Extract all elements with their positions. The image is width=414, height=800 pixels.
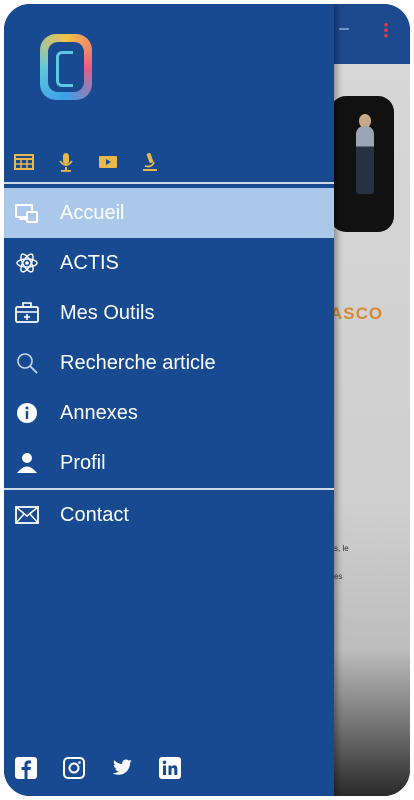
microscope-icon[interactable] bbox=[140, 152, 160, 172]
facebook-icon[interactable] bbox=[14, 756, 38, 780]
menu-item-label: Annexes bbox=[60, 401, 138, 424]
linkedin-icon[interactable] bbox=[158, 756, 182, 780]
divider-top bbox=[4, 182, 334, 184]
video-icon[interactable] bbox=[98, 152, 118, 172]
banner-text: ASCO bbox=[330, 304, 384, 323]
quick-icons-row bbox=[14, 152, 160, 172]
menu-item-contact[interactable]: Contact bbox=[4, 490, 334, 540]
snippet-text-1: s, le bbox=[334, 544, 349, 553]
menu-item-accueil[interactable]: Accueil bbox=[4, 188, 334, 238]
more-menu-icon[interactable] bbox=[384, 22, 388, 38]
back-arrow-icon[interactable] bbox=[339, 28, 349, 30]
menu-item-recherche-article[interactable]: Recherche article bbox=[4, 338, 334, 388]
info-icon bbox=[14, 400, 40, 426]
table-icon[interactable] bbox=[14, 152, 34, 172]
toolbox-icon bbox=[14, 300, 40, 326]
user-icon bbox=[14, 450, 40, 476]
app-logo-inner bbox=[48, 42, 84, 92]
menu-item-label: Profil bbox=[60, 451, 106, 474]
menu-item-label: Contact bbox=[60, 503, 129, 526]
menu-item-profil[interactable]: Profil bbox=[4, 438, 334, 488]
navigation-drawer: Accueil ACTIS Mes Outils Recherche artic… bbox=[4, 4, 334, 796]
menu-item-label: Mes Outils bbox=[60, 301, 155, 324]
menu-item-actis[interactable]: ACTIS bbox=[4, 238, 334, 288]
instagram-icon[interactable] bbox=[62, 756, 86, 780]
search-icon bbox=[14, 350, 40, 376]
envelope-icon bbox=[14, 502, 40, 528]
microphone-icon[interactable] bbox=[56, 152, 76, 172]
phone-frame: ASCO s, le es Accueil ACTIS Mes Outils R… bbox=[4, 4, 410, 796]
twitter-icon[interactable] bbox=[110, 756, 134, 780]
social-links bbox=[14, 756, 182, 780]
app-logo-mark bbox=[56, 51, 73, 87]
menu-item-mes-outils[interactable]: Mes Outils bbox=[4, 288, 334, 338]
menu-item-annexes[interactable]: Annexes bbox=[4, 388, 334, 438]
promo-person bbox=[356, 126, 374, 194]
home-devices-icon bbox=[14, 200, 40, 226]
drawer-menu: Accueil ACTIS Mes Outils Recherche artic… bbox=[4, 188, 334, 540]
atom-icon bbox=[14, 250, 40, 276]
menu-item-label: Accueil bbox=[60, 201, 125, 224]
app-logo bbox=[40, 34, 92, 100]
snippet-text-2: es bbox=[334, 572, 343, 581]
menu-item-label: ACTIS bbox=[60, 251, 119, 274]
menu-item-label: Recherche article bbox=[60, 351, 216, 374]
